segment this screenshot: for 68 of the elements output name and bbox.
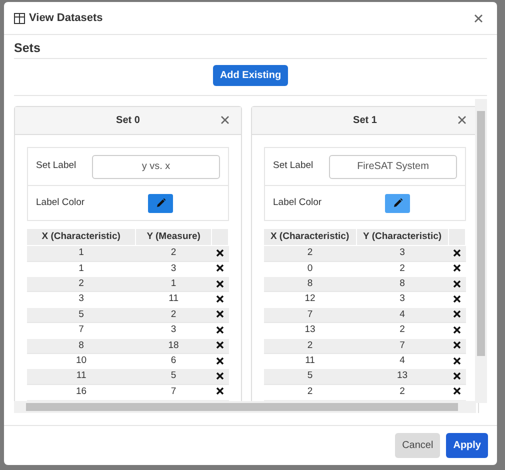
dialog-title: View Datasets [29,10,103,26]
table-cell: 4 [356,307,448,323]
table-icon [14,12,25,24]
table-cell: 4 [356,353,448,369]
table-cell: 11 [27,368,136,384]
delete-icon[interactable] [216,341,224,350]
delete-icon[interactable] [453,356,461,365]
card-title: Set 1 [353,114,377,128]
field-label: Set Label [273,159,314,174]
cancel-button[interactable]: Cancel [395,433,440,458]
card-title: Set 0 [116,114,140,128]
delete-icon[interactable] [216,326,224,334]
column-header: X (Characteristic) [27,229,136,246]
table-cell: 2 [27,276,136,292]
table-cell: 8 [264,276,356,292]
delete-icon[interactable] [453,264,461,272]
pencil-icon [156,198,166,208]
table-cell: 1 [136,276,212,292]
table-cell: 8 [356,276,448,292]
delete-icon[interactable] [216,310,224,318]
delete-icon[interactable] [453,387,461,396]
delete-icon[interactable] [453,372,461,380]
horizontal-scrollbar[interactable] [14,401,476,413]
table-cell: 11 [264,353,356,369]
delete-icon[interactable] [216,280,224,288]
table-cell: 2 [136,246,212,262]
table-cell: 5 [136,368,212,384]
vertical-scrollbar[interactable] [475,99,487,403]
table-cell: 6 [136,353,212,369]
column-header: Y (Characteristic) [356,229,448,246]
delete-icon[interactable] [453,326,461,334]
delete-icon[interactable] [453,280,461,288]
table-cell: 7 [264,307,356,323]
table-cell: 7 [356,338,448,354]
table-cell: 18 [136,338,212,354]
delete-icon[interactable] [453,248,461,257]
table-cell: 13 [356,368,448,384]
table-cell: 2 [136,307,212,323]
delete-icon[interactable] [216,387,224,396]
field-label: Label Color [36,196,86,210]
delete-icon[interactable] [216,248,224,257]
color-picker-button[interactable] [148,194,173,212]
field-label: Label Color [273,196,323,210]
table-cell: 5 [264,368,356,384]
delete-icon[interactable] [453,341,461,350]
set-label-field[interactable]: FireSAT System [329,154,457,178]
delete-icon[interactable] [453,294,461,303]
delete-icon[interactable] [216,356,224,365]
column-header: Y (Measure) [136,229,212,246]
column-header: X (Characteristic) [264,229,356,246]
table-cell: 5 [27,307,136,323]
pencil-icon [392,198,402,208]
delete-icon[interactable] [216,372,224,380]
delete-icon[interactable] [216,264,224,272]
set-label-field[interactable]: y vs. x [92,154,220,178]
table-cell: 2 [264,338,356,354]
table-cell: 8 [27,338,136,354]
add-existing-button[interactable]: Add Existing [212,65,288,86]
table-cell: 10 [27,353,136,369]
apply-button[interactable]: Apply [446,433,488,458]
color-picker-button[interactable] [385,194,410,212]
field-label: Set Label [36,159,78,174]
delete-icon[interactable] [216,294,224,303]
table-cell: 2 [264,246,356,262]
table-cell: 3 [356,246,448,262]
section-heading: Sets [14,41,487,59]
delete-icon[interactable] [453,310,461,318]
table-cell: 1 [27,246,136,262]
